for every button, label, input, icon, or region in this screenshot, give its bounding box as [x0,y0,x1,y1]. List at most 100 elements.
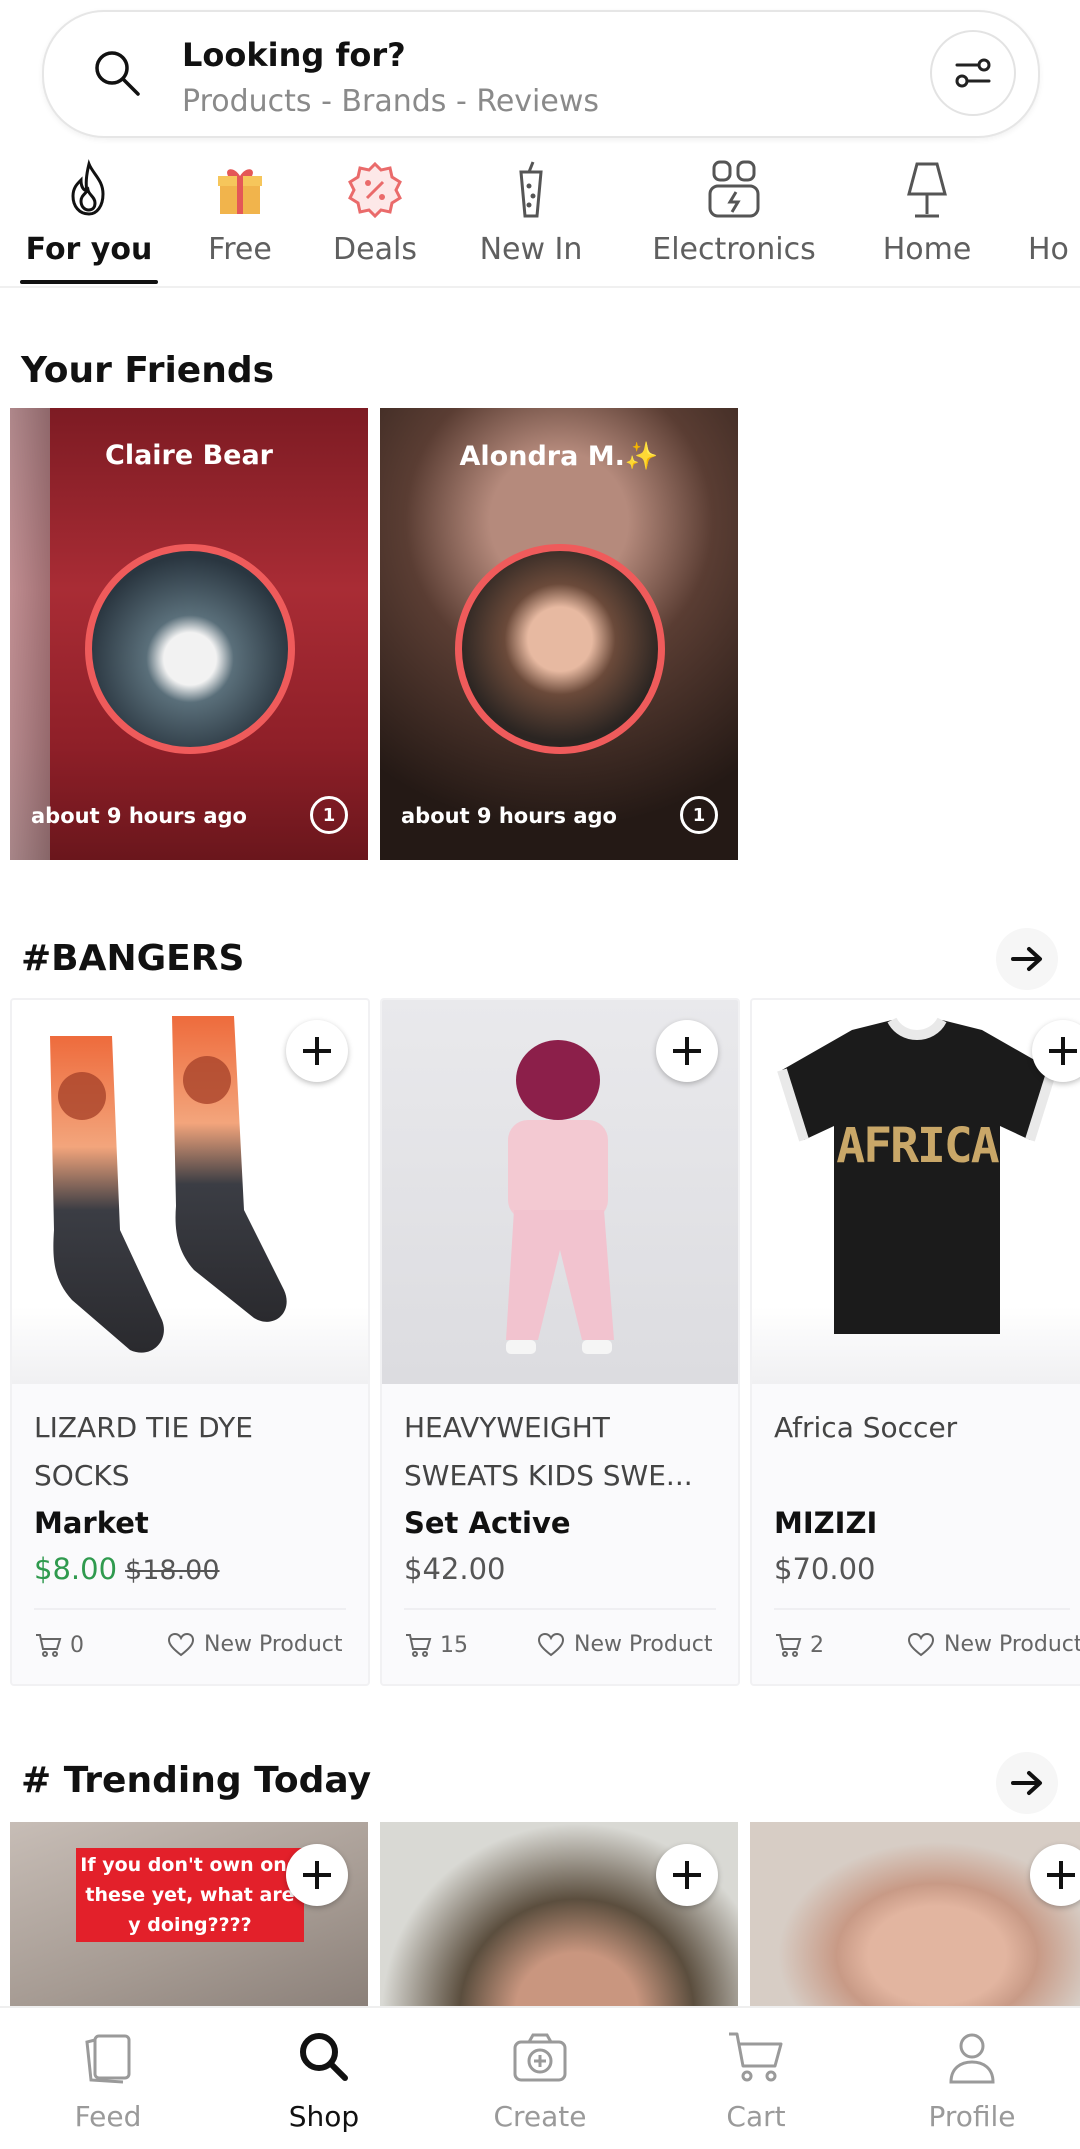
cart-count-value: 0 [70,1632,84,1658]
tab-label: Free [208,232,272,267]
product-price: $70.00 [774,1552,876,1586]
tab-free[interactable]: Free [190,150,290,284]
search-bar[interactable]: Looking for? Products - Brands - Reviews [42,10,1040,138]
sale-price: $8.00 [34,1552,118,1586]
nav-label: Create [493,2100,587,2133]
wishlist-button[interactable]: New Product [168,1632,343,1657]
friend-story-card[interactable]: Claire Bear about 9 hours ago 1 [10,408,368,860]
product-brand[interactable]: Set Active [404,1506,571,1540]
arrow-right-icon [1011,947,1042,971]
divider [34,1608,346,1610]
product-brand[interactable]: Market [34,1506,149,1540]
story-count-badge: 1 [310,796,348,834]
trending-video-card[interactable] [750,1822,1080,2012]
product-name: HEAVYWEIGHT SWEATS KIDS SWE... [404,1411,693,1492]
search-placeholder[interactable]: Products - Brands - Reviews [182,84,599,119]
cart-icon [729,2032,783,2082]
nav-profile[interactable]: Profile [864,2008,1080,2149]
jersey-text: AFRICA [836,1118,999,1174]
story-time: about 9 hours ago [401,804,617,828]
product-price: $42.00 [404,1552,506,1586]
nav-label: Profile [928,2100,1016,2133]
product-name: LIZARD TIE DYE SOCKS [34,1411,253,1492]
gift-icon [218,169,262,214]
camera-icon [513,2033,567,2082]
plus-icon [673,1861,701,1889]
nav-create[interactable]: Create [432,2008,648,2149]
trending-video-card[interactable]: If you don't own one these yet, what are… [10,1822,368,2012]
product-status: New Product [204,1632,343,1657]
search-icon [95,51,140,96]
add-to-cart-button[interactable] [656,1844,718,1906]
nav-feed[interactable]: Feed [0,2008,216,2149]
plus-icon [303,1037,331,1065]
flame-icon [71,159,105,216]
product-brand[interactable]: MIZIZI [774,1506,877,1540]
video-caption: If you don't own one these yet, what are… [76,1848,304,1942]
earbuds-icon [708,160,760,218]
product-card[interactable]: AFRICA Africa Soccer MIZIZI $70.00 2 New… [750,998,1080,1686]
tab-electronics[interactable]: Electronics [636,150,832,284]
cart-count: 0 [34,1632,84,1658]
tab-home[interactable]: Home [874,150,980,284]
product-card[interactable]: HEAVYWEIGHT SWEATS KIDS SWE... Set Activ… [380,998,740,1686]
percent-badge-icon [348,161,402,219]
heart-icon [538,1632,564,1656]
friend-name: Alondra M.✨ [459,441,659,472]
tab-label: Deals [333,232,417,267]
jersey-image [777,1017,1057,1334]
product-status: New Product [574,1632,713,1657]
tab-for-you[interactable]: For you [20,150,158,284]
product-price: $8.00 $18.00 [34,1552,220,1586]
category-tabs: For you Free Deals New In Electronics Ho… [0,150,1080,288]
divider [774,1608,1070,1610]
product-image: AFRICA [752,1000,1080,1384]
plus-icon [673,1037,701,1065]
plus-icon [1047,1861,1075,1889]
filter-icon [955,58,991,88]
tab-label: Electronics [652,232,816,267]
product-name: Africa Soccer [774,1411,958,1444]
bangers-see-all-button[interactable] [996,928,1058,990]
nav-label: Shop [288,2100,360,2133]
product-card[interactable]: LIZARD TIE DYE SOCKS Market $8.00 $18.00 … [10,998,370,1686]
tab-label: Ho [1028,232,1069,267]
nav-label: Feed [74,2100,142,2133]
wishlist-button[interactable]: New Product [908,1632,1080,1657]
filter-button[interactable] [930,30,1016,116]
add-to-cart-button[interactable] [286,1020,348,1082]
cart-count: 15 [404,1632,468,1658]
plus-icon [1049,1037,1077,1065]
cart-count-value: 15 [440,1632,468,1658]
friend-name: Claire Bear [105,440,273,471]
trending-see-all-button[interactable] [996,1752,1058,1814]
tab-deals[interactable]: Deals [320,150,430,284]
cart-count-value: 2 [810,1632,824,1658]
tab-partial[interactable]: Ho [1028,150,1080,284]
drink-icon [519,161,543,218]
feed-icon [85,2034,131,2084]
add-to-cart-button[interactable] [656,1020,718,1082]
friends-section-title: Your Friends [21,350,275,391]
search-title: Looking for? [182,36,406,74]
tab-label: New In [479,232,583,267]
trending-video-card[interactable] [380,1822,738,2012]
trending-section-title: # Trending Today [21,1760,372,1801]
cart-count: 2 [774,1632,824,1658]
heart-icon [168,1632,194,1656]
nav-cart[interactable]: Cart [648,2008,864,2149]
wishlist-button[interactable]: New Product [538,1632,713,1657]
video-thumbnail [750,1822,1080,2012]
tab-new-in[interactable]: New In [466,150,596,284]
add-to-cart-button[interactable] [286,1844,348,1906]
arrow-right-icon [1011,1771,1042,1795]
avatar[interactable] [85,544,295,754]
avatar[interactable] [455,544,665,754]
heart-icon [908,1632,934,1656]
friend-story-card[interactable]: Alondra M.✨ about 9 hours ago 1 [380,408,738,860]
search-icon [300,2033,348,2081]
lamp-icon [907,162,947,218]
cart-icon [36,1634,62,1657]
nav-label: Cart [726,2100,786,2133]
nav-shop[interactable]: Shop [216,2008,432,2149]
